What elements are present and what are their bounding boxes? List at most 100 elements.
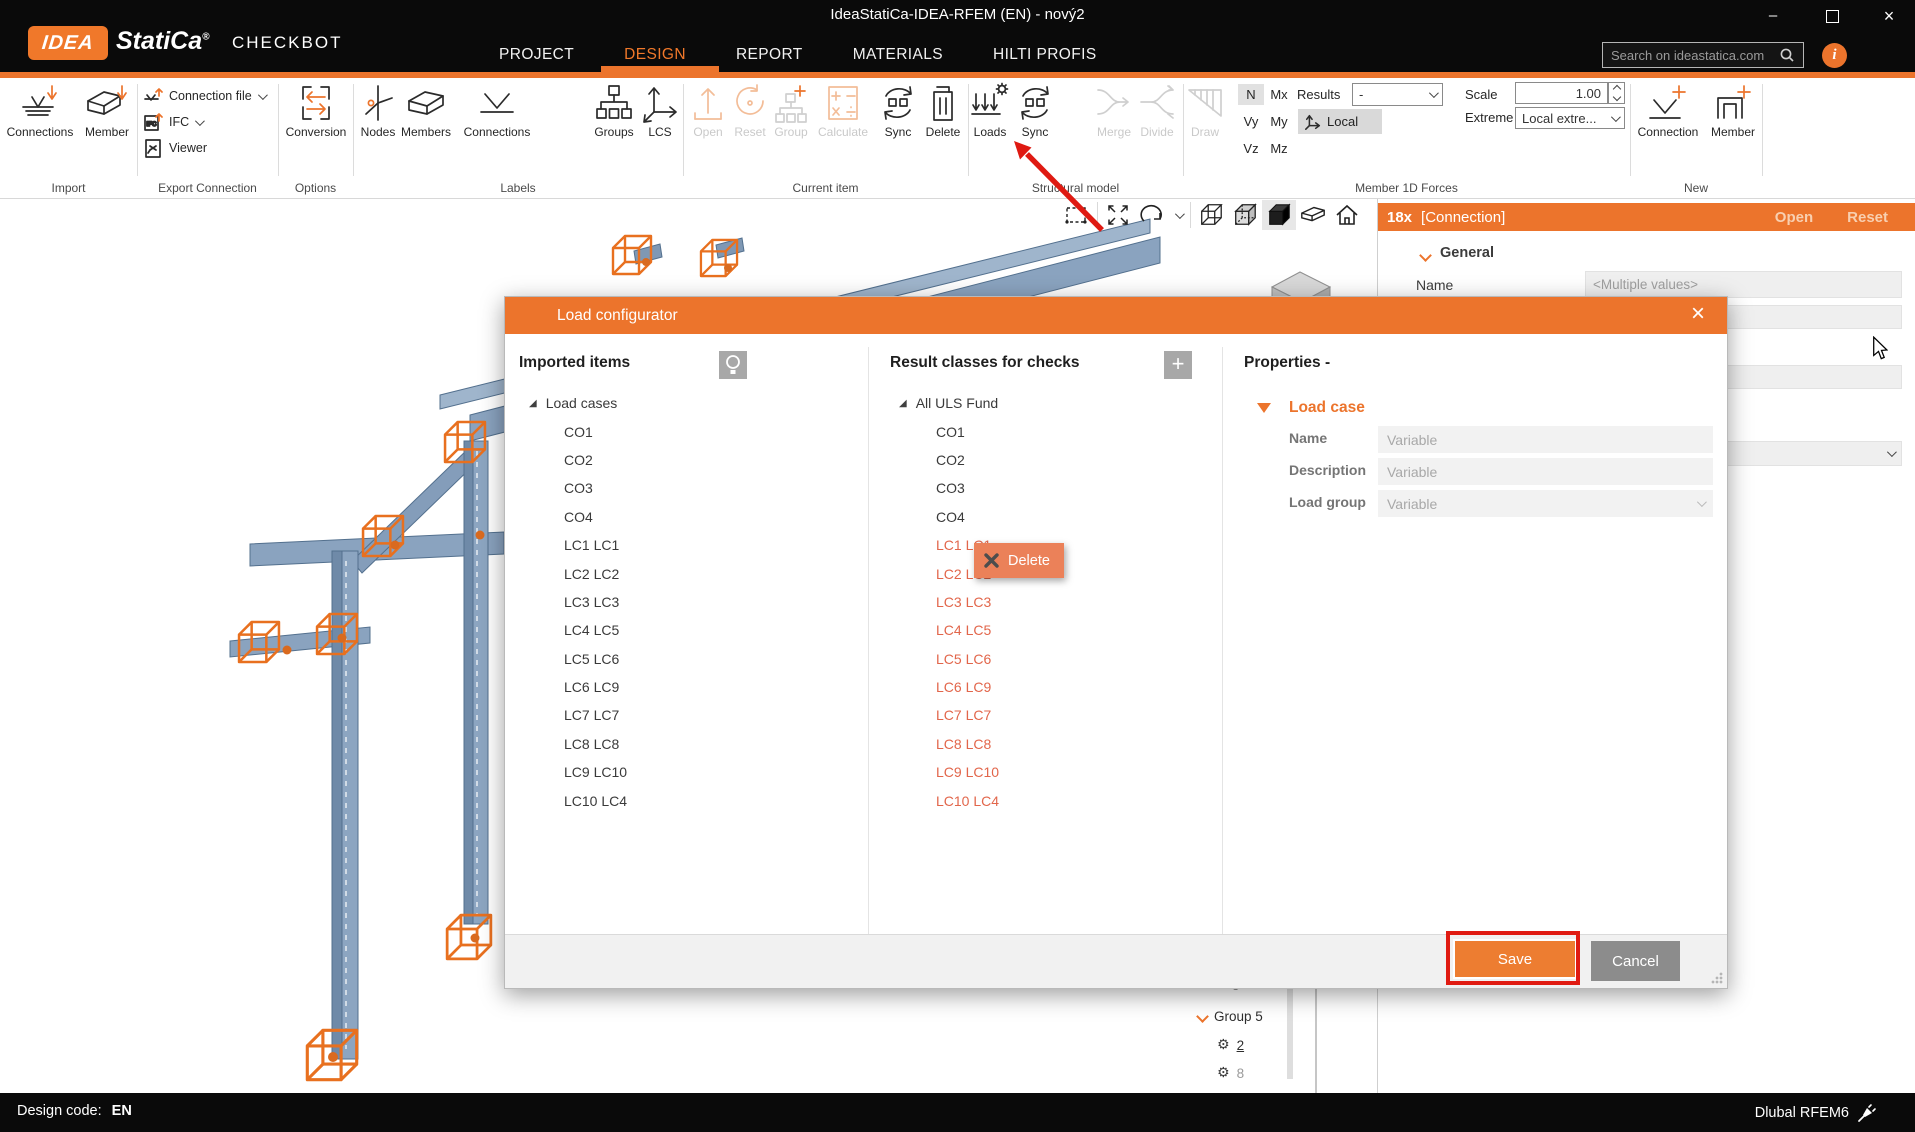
cancel-button[interactable]: Cancel	[1591, 941, 1680, 981]
dialog-close-icon[interactable]: ×	[1691, 300, 1705, 328]
list-item[interactable]: LC8 LC8	[899, 730, 999, 758]
prop-name-field[interactable]: Variable	[1378, 426, 1713, 453]
list-item[interactable]: LC5 LC6	[899, 645, 999, 673]
force-mx-button[interactable]: Mx	[1266, 84, 1292, 105]
maximize-button[interactable]	[1826, 10, 1839, 23]
lamp-button[interactable]	[719, 351, 747, 379]
rotate-view-icon[interactable]	[1135, 200, 1169, 230]
minimize-button[interactable]: –	[1758, 4, 1788, 28]
reset-connection-button[interactable]: Reset	[1847, 209, 1888, 226]
solid-cube-icon[interactable]	[1262, 200, 1296, 230]
list-item[interactable]: LC3 LC3	[529, 588, 627, 616]
tab-materials[interactable]: MATERIALS	[849, 38, 947, 72]
list-item[interactable]: LC6 LC9	[899, 673, 999, 701]
scrollbar[interactable]	[1287, 983, 1293, 1079]
new-member-button[interactable]: Member	[1706, 82, 1760, 139]
list-item[interactable]: CO3	[529, 474, 627, 502]
prop-description-field[interactable]: Variable	[1378, 458, 1713, 485]
close-button[interactable]: ×	[1874, 4, 1904, 28]
tree-root[interactable]: ◢All ULS Fund	[899, 389, 999, 417]
import-connections-button[interactable]: Connections	[2, 82, 78, 139]
labels-members-button[interactable]: Members	[398, 82, 454, 139]
wireframe-cube-icon[interactable]	[1194, 200, 1228, 230]
resize-grip[interactable]	[1711, 972, 1723, 984]
import-member-button[interactable]: Member	[78, 82, 136, 139]
section-collapse-icon[interactable]	[1257, 403, 1271, 413]
list-item[interactable]: LC4 LC5	[899, 616, 999, 644]
list-item[interactable]: LC6 LC9	[529, 673, 627, 701]
search-input[interactable]: Search on ideastatica.com	[1602, 42, 1804, 68]
reset-button[interactable]: Reset	[728, 82, 772, 139]
export-viewer-button[interactable]: Viewer	[143, 138, 207, 158]
tab-hilti-profis[interactable]: HILTI PROFIS	[989, 38, 1101, 72]
delete-drag-button[interactable]: Delete	[974, 543, 1064, 578]
hidden-lines-cube-icon[interactable]	[1228, 200, 1262, 230]
open-button[interactable]: Open	[686, 82, 730, 139]
export-ifc-button[interactable]: IFC IFC	[143, 112, 202, 132]
clipping-box-icon[interactable]	[1296, 200, 1330, 230]
labels-groups-button[interactable]: Groups	[586, 82, 642, 139]
force-vy-button[interactable]: Vy	[1238, 111, 1264, 132]
labels-lcs-button[interactable]: LCS	[640, 82, 680, 139]
results-dropdown[interactable]: -	[1352, 83, 1443, 106]
connections-label-icon	[477, 82, 517, 124]
home-view-icon[interactable]	[1330, 200, 1364, 230]
list-item[interactable]: CO2	[529, 446, 627, 474]
chevron-down-icon[interactable]	[1169, 200, 1187, 230]
list-item[interactable]: LC9 LC10	[529, 758, 627, 786]
divide-button[interactable]: Divide	[1134, 82, 1180, 139]
force-n-button[interactable]: N	[1238, 84, 1264, 105]
local-toggle[interactable]: Local	[1298, 109, 1382, 134]
add-result-class-button[interactable]: +	[1164, 351, 1192, 379]
delete-button[interactable]: Delete	[921, 82, 965, 139]
export-connection-file-button[interactable]: Connection file	[143, 86, 265, 106]
list-item[interactable]: LC8 LC8	[529, 730, 627, 758]
tree-root[interactable]: ◢Load cases	[529, 389, 627, 417]
force-my-button[interactable]: My	[1266, 111, 1292, 132]
info-icon[interactable]: i	[1822, 43, 1847, 68]
labels-connections-button[interactable]: Connections	[456, 82, 538, 139]
list-item[interactable]: LC3 LC3	[899, 588, 999, 616]
list-item[interactable]: CO1	[899, 417, 999, 445]
list-item[interactable]: LC1 LC1	[529, 531, 627, 559]
list-item[interactable]: CO1	[529, 417, 627, 445]
list-item[interactable]: LC10 LC4	[899, 786, 999, 814]
list-item[interactable]: LC4 LC5	[529, 616, 627, 644]
list-item[interactable]: CO2	[899, 446, 999, 474]
dialog-title-bar[interactable]: Load configurator	[505, 297, 1727, 334]
list-item[interactable]: LC9 LC10	[899, 758, 999, 786]
tree-item-gear-8[interactable]: ⚙ 8	[1217, 1065, 1244, 1081]
draw-button[interactable]: Draw	[1183, 82, 1227, 139]
prop-load-group-dropdown[interactable]: Variable	[1378, 490, 1713, 517]
list-item[interactable]: LC2 LC2	[529, 559, 627, 587]
expander-icon[interactable]: ◢	[529, 398, 537, 409]
tab-report[interactable]: REPORT	[732, 38, 807, 72]
conversion-button[interactable]: Conversion	[285, 82, 347, 139]
list-item[interactable]: CO4	[899, 503, 999, 531]
list-item[interactable]: LC7 LC7	[899, 701, 999, 729]
tree-item-group[interactable]: Group 5	[1198, 1009, 1263, 1024]
column-divider	[868, 347, 869, 935]
calculate-button[interactable]: Calculate	[810, 82, 876, 139]
group-button[interactable]: Group	[769, 82, 813, 139]
list-item[interactable]: LC5 LC6	[529, 645, 627, 673]
extreme-dropdown[interactable]: Local extre...	[1515, 107, 1625, 129]
open-connection-button[interactable]: Open	[1775, 209, 1813, 226]
list-item[interactable]: LC7 LC7	[529, 701, 627, 729]
tree-item-gear-2[interactable]: ⚙ 2	[1217, 1037, 1244, 1053]
new-connection-button[interactable]: Connection	[1628, 82, 1708, 139]
expander-icon[interactable]: ◢	[899, 398, 907, 409]
sync-current-button[interactable]: Sync	[876, 82, 920, 139]
scale-input[interactable]: 1.00	[1515, 82, 1608, 104]
list-item[interactable]: LC10 LC4	[529, 786, 627, 814]
force-mz-button[interactable]: Mz	[1266, 138, 1292, 159]
collapse-icon[interactable]	[1419, 249, 1432, 262]
force-vz-button[interactable]: Vz	[1238, 138, 1264, 159]
name-field[interactable]: <Multiple values>	[1585, 271, 1902, 298]
gear-icon: ⚙	[1217, 1037, 1230, 1053]
labels-nodes-button[interactable]: Nodes	[356, 82, 400, 139]
list-item[interactable]: CO3	[899, 474, 999, 502]
list-item[interactable]: CO4	[529, 503, 627, 531]
scale-stepper[interactable]	[1608, 82, 1625, 104]
tab-project[interactable]: PROJECT	[495, 38, 578, 72]
